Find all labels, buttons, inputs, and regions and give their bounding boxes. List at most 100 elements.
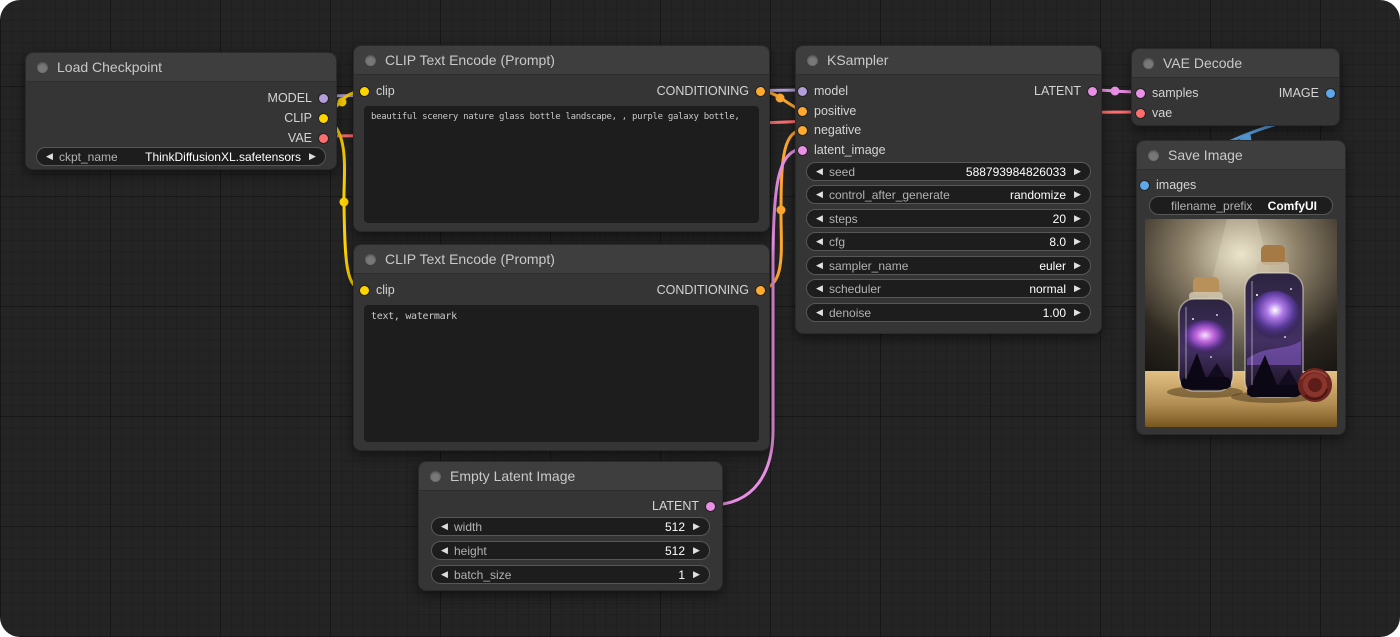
node-ksampler[interactable]: KSampler model positive negative latent_… (795, 45, 1102, 334)
node-graph-canvas[interactable]: Load Checkpoint MODEL CLIP VAE ◀ ckpt_na… (0, 0, 1400, 637)
input-port-latent-image[interactable]: latent_image (798, 141, 886, 159)
width-widget[interactable]: ◀ width 512 ▶ (431, 517, 710, 536)
collapse-dot-icon[interactable] (807, 55, 818, 66)
clip-port-icon[interactable] (360, 286, 369, 295)
input-port-model[interactable]: model (798, 82, 848, 100)
prev-value-arrow-icon[interactable]: ◀ (812, 261, 827, 270)
batch-size-widget[interactable]: ◀ batch_size 1 ▶ (431, 565, 710, 584)
node-clip-text-encode-negative[interactable]: CLIP Text Encode (Prompt) clip CONDITION… (353, 244, 770, 451)
sampler-name-widget[interactable]: ◀ sampler_name euler ▶ (806, 256, 1091, 275)
conditioning-port-icon[interactable] (798, 107, 807, 116)
model-port-icon[interactable] (319, 94, 328, 103)
collapse-dot-icon[interactable] (365, 254, 376, 265)
node-header[interactable]: CLIP Text Encode (Prompt) (354, 46, 769, 75)
model-port-icon[interactable] (798, 87, 807, 96)
ckpt-name-widget[interactable]: ◀ ckpt_name ThinkDiffusionXL.safetensors… (36, 147, 326, 166)
node-header[interactable]: CLIP Text Encode (Prompt) (354, 245, 769, 274)
collapse-dot-icon[interactable] (1148, 150, 1159, 161)
collapse-dot-icon[interactable] (365, 55, 376, 66)
prev-value-arrow-icon[interactable]: ◀ (812, 167, 827, 176)
node-clip-text-encode-positive[interactable]: CLIP Text Encode (Prompt) clip CONDITION… (353, 45, 770, 232)
next-value-arrow-icon[interactable]: ▶ (1070, 190, 1085, 199)
wire-dot-clip1 (338, 98, 347, 107)
prev-value-arrow-icon[interactable]: ◀ (437, 522, 452, 531)
next-value-arrow-icon[interactable]: ▶ (1070, 214, 1085, 223)
seed-widget[interactable]: ◀ seed 588793984826033 ▶ (806, 162, 1091, 181)
cfg-widget[interactable]: ◀ cfg 8.0 ▶ (806, 232, 1091, 251)
next-value-arrow-icon[interactable]: ▶ (689, 546, 704, 555)
height-widget[interactable]: ◀ height 512 ▶ (431, 541, 710, 560)
output-port-model[interactable]: MODEL (268, 89, 328, 107)
filename-prefix-widget[interactable]: filename_prefix ComfyUI (1149, 196, 1333, 215)
node-header[interactable]: Load Checkpoint (26, 53, 336, 82)
clip-port-icon[interactable] (360, 87, 369, 96)
widget-name: height (454, 544, 487, 558)
output-port-conditioning[interactable]: CONDITIONING (657, 82, 765, 100)
widget-name: control_after_generate (829, 188, 950, 202)
input-port-images[interactable]: images (1140, 176, 1196, 194)
output-port-latent[interactable]: LATENT (1034, 82, 1097, 100)
collapse-dot-icon[interactable] (1143, 58, 1154, 69)
latent-port-icon[interactable] (706, 502, 715, 511)
node-header[interactable]: KSampler (796, 46, 1101, 75)
node-vae-decode[interactable]: VAE Decode samples vae IMAGE (1131, 48, 1340, 126)
port-label: latent_image (814, 143, 886, 157)
node-load-checkpoint[interactable]: Load Checkpoint MODEL CLIP VAE ◀ ckpt_na… (25, 52, 337, 170)
widget-value: normal (1029, 282, 1066, 296)
positive-prompt-textarea[interactable]: beautiful scenery nature glass bottle la… (364, 106, 759, 223)
input-port-clip[interactable]: clip (360, 281, 395, 299)
port-label: images (1156, 178, 1196, 192)
latent-port-icon[interactable] (1136, 89, 1145, 98)
prev-value-arrow-icon[interactable]: ◀ (42, 152, 57, 161)
conditioning-port-icon[interactable] (756, 87, 765, 96)
prev-value-arrow-icon[interactable]: ◀ (812, 190, 827, 199)
next-value-arrow-icon[interactable]: ▶ (1070, 284, 1085, 293)
node-empty-latent-image[interactable]: Empty Latent Image LATENT ◀ width 512 ▶ … (418, 461, 723, 591)
node-header[interactable]: Save Image (1137, 141, 1345, 170)
negative-prompt-textarea[interactable]: text, watermark (364, 305, 759, 442)
node-header[interactable]: VAE Decode (1132, 49, 1339, 78)
output-port-image[interactable]: IMAGE (1279, 84, 1335, 102)
port-label: vae (1152, 106, 1172, 120)
next-value-arrow-icon[interactable]: ▶ (1070, 167, 1085, 176)
prev-value-arrow-icon[interactable]: ◀ (437, 546, 452, 555)
latent-port-icon[interactable] (1088, 87, 1097, 96)
prev-value-arrow-icon[interactable]: ◀ (812, 214, 827, 223)
conditioning-port-icon[interactable] (756, 286, 765, 295)
control-after-generate-widget[interactable]: ◀ control_after_generate randomize ▶ (806, 185, 1091, 204)
node-save-image[interactable]: Save Image images filename_prefix ComfyU… (1136, 140, 1346, 435)
port-label: LATENT (1034, 84, 1081, 98)
next-value-arrow-icon[interactable]: ▶ (1070, 261, 1085, 270)
input-port-samples[interactable]: samples (1136, 84, 1199, 102)
latent-port-icon[interactable] (798, 146, 807, 155)
next-value-arrow-icon[interactable]: ▶ (1070, 237, 1085, 246)
prev-value-arrow-icon[interactable]: ◀ (437, 570, 452, 579)
output-port-clip[interactable]: CLIP (284, 109, 328, 127)
output-port-vae[interactable]: VAE (288, 129, 328, 147)
input-port-negative[interactable]: negative (798, 121, 861, 139)
input-port-vae[interactable]: vae (1136, 104, 1172, 122)
denoise-widget[interactable]: ◀ denoise 1.00 ▶ (806, 303, 1091, 322)
image-port-icon[interactable] (1140, 181, 1149, 190)
input-port-positive[interactable]: positive (798, 102, 856, 120)
vae-port-icon[interactable] (319, 134, 328, 143)
output-port-conditioning[interactable]: CONDITIONING (657, 281, 765, 299)
scheduler-widget[interactable]: ◀ scheduler normal ▶ (806, 279, 1091, 298)
prev-value-arrow-icon[interactable]: ◀ (812, 237, 827, 246)
input-port-clip[interactable]: clip (360, 82, 395, 100)
next-value-arrow-icon[interactable]: ▶ (689, 570, 704, 579)
next-value-arrow-icon[interactable]: ▶ (1070, 308, 1085, 317)
collapse-dot-icon[interactable] (430, 471, 441, 482)
image-port-icon[interactable] (1326, 89, 1335, 98)
conditioning-port-icon[interactable] (798, 126, 807, 135)
output-port-latent[interactable]: LATENT (652, 497, 715, 515)
next-value-arrow-icon[interactable]: ▶ (689, 522, 704, 531)
prev-value-arrow-icon[interactable]: ◀ (812, 284, 827, 293)
node-header[interactable]: Empty Latent Image (419, 462, 722, 491)
vae-port-icon[interactable] (1136, 109, 1145, 118)
clip-port-icon[interactable] (319, 114, 328, 123)
steps-widget[interactable]: ◀ steps 20 ▶ (806, 209, 1091, 228)
collapse-dot-icon[interactable] (37, 62, 48, 73)
prev-value-arrow-icon[interactable]: ◀ (812, 308, 827, 317)
next-value-arrow-icon[interactable]: ▶ (305, 152, 320, 161)
